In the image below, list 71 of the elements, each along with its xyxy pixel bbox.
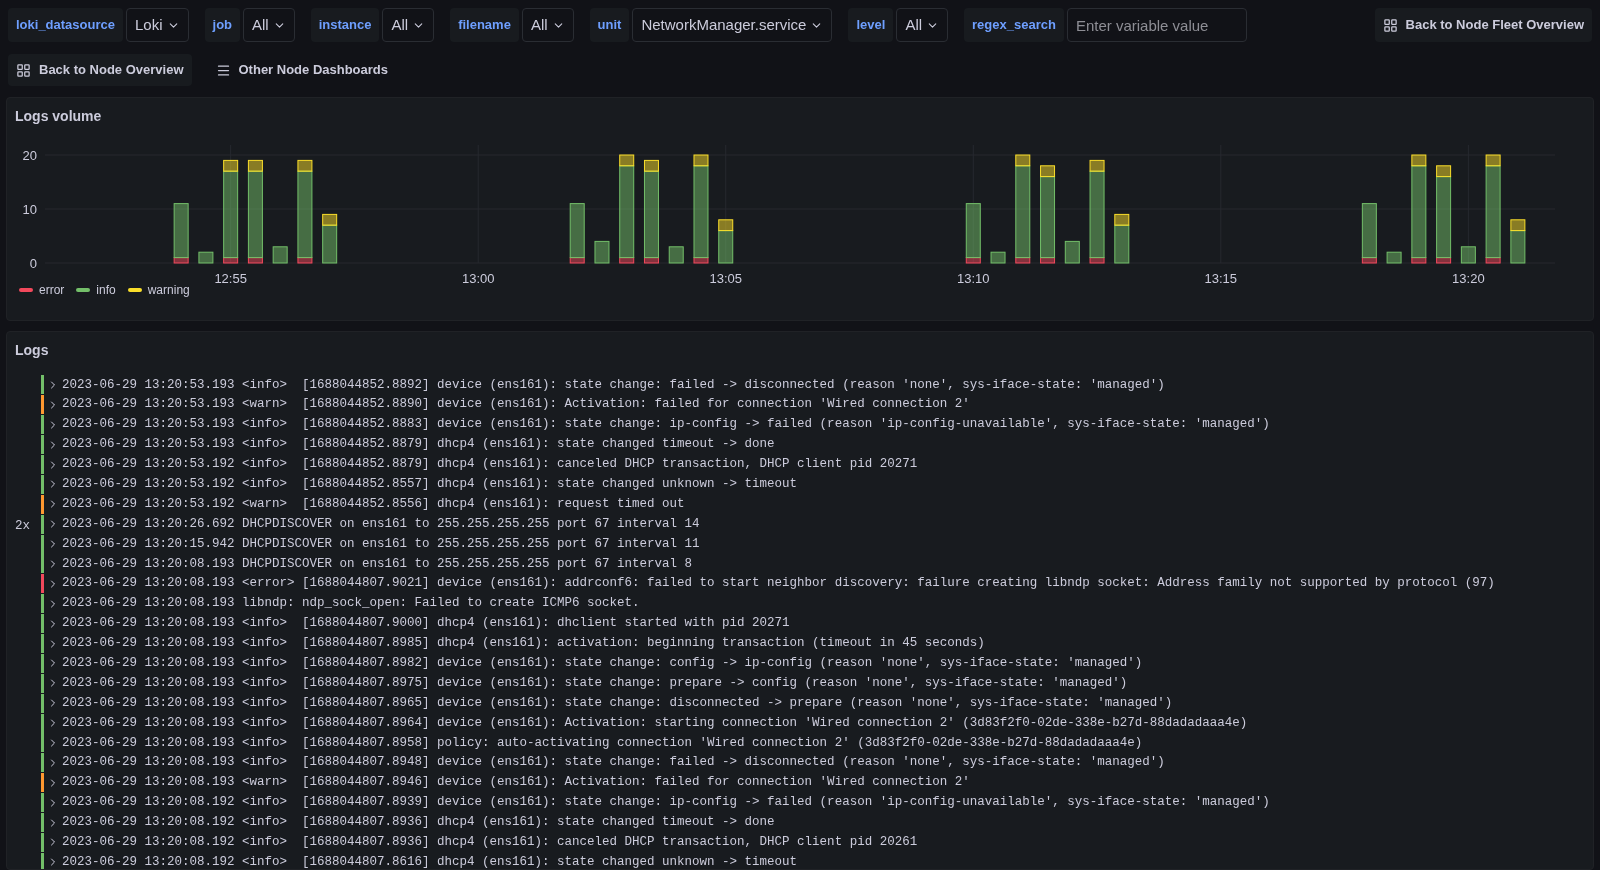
legend-label: info	[96, 282, 116, 299]
x-axis-label: 13:05	[709, 271, 742, 286]
legend-label: warning	[147, 282, 190, 299]
log-line: 2023-06-29 13:20:08.193 DHCPDISCOVER on ens161 to 255.255.255.255 port 67 interval 8	[62, 555, 693, 573]
log-line: 2023-06-29 13:20:08.193 libndp: ndp_sock_open: Failed to create ICMP6 socket.	[62, 595, 640, 613]
log-line: 2023-06-29 13:20:08.193 <info> [1688044807.8975] device (ens161): state change: prepare -> config (reason 'none', sys-iface-state: 'managed')	[62, 674, 1128, 692]
y-axis-label: 10	[22, 202, 37, 217]
log-line: 2023-06-29 13:20:53.193 <info> [1688044852.8883] device (ens161): state change: ip-config -> failed (reason 'ip-config-unavailable', sys-iface-state: 'managed')	[62, 416, 1270, 434]
bar-segment	[990, 251, 1006, 264]
log-line: 2023-06-29 13:20:08.192 <info> [1688044807.8936] dhcp4 (ens161): canceled DHCP transaction, DHCP client pid 20261	[62, 834, 918, 852]
x-axis-label: 13:20	[1452, 271, 1485, 286]
variable-select[interactable]: All	[896, 8, 949, 42]
log-line: 2023-06-29 13:20:08.193 <info> [1688044807.8985] dhcp4 (ens161): activation: beginning transaction (timeout in 45 seconds)	[62, 635, 985, 653]
log-line: 2023-06-29 13:20:08.193 <info> [1688044807.8948] device (ens161): state change: failed -> disconnected (reason 'none', sys-iface-state: 'managed')	[62, 754, 1165, 772]
log-line: 2023-06-29 13:20:15.942 DHCPDISCOVER on ens161 to 255.255.255.255 port 67 interval 11	[62, 535, 700, 553]
legend-swatch	[76, 288, 91, 292]
node-overview-button[interactable]: Back to Node Overview	[8, 54, 192, 86]
variable-label: filename	[450, 8, 519, 42]
variable-select[interactable]: Loki	[126, 8, 189, 42]
dashboards-menu-button[interactable]: Other Node Dashboards	[207, 54, 397, 86]
log-line: 2023-06-29 13:20:53.193 <info> [1688044852.8879] dhcp4 (ens161): state changed timeout -> done	[62, 436, 775, 454]
y-axis-label: 0	[29, 256, 37, 271]
log-line: 2023-06-29 13:20:53.193 <warn> [1688044852.8890] device (ens161): Activation: failed for connection 'Wired connection 2'	[62, 396, 970, 414]
log-line: 2023-06-29 13:20:08.193 <info> [1688044807.8965] device (ens161): state change: disconnected -> prepare (reason 'none', sys-iface-state: 'managed')	[62, 694, 1173, 712]
panel-title: Logs volume	[14, 107, 103, 126]
log-line: 2023-06-29 13:20:08.192 <info> [1688044807.8939] device (ens161): state change: ip-config -> failed (reason 'ip-config-unavailable', sys-iface-state: 'managed')	[62, 794, 1270, 812]
y-axis-label: 20	[22, 148, 37, 163]
bar-segment	[1386, 251, 1402, 264]
legend-label: error	[39, 282, 65, 299]
variable-label: loki_datasource	[8, 8, 123, 42]
x-axis-label: 13:15	[1204, 271, 1238, 286]
log-line: 2023-06-29 13:20:53.192 <info> [1688044852.8879] dhcp4 (ens161): canceled DHCP transaction, DHCP client pid 20271	[62, 456, 918, 474]
log-line: 2023-06-29 13:20:26.692 DHCPDISCOVER on ens161 to 255.255.255.255 port 67 interval 14	[62, 515, 700, 533]
log-line: 2023-06-29 13:20:08.193 <info> [1688044807.8982] device (ens161): state change: config -> ip-config (reason 'none', sys-iface-state: 'managed')	[62, 655, 1143, 673]
legend-swatch	[19, 288, 33, 292]
log-line: 2023-06-29 13:20:08.193 <info> [1688044807.8958] policy: auto-activating connection 'Wired connection 2' (3d83f2f0-02de-338e-b27d-88dadadaaa4e)	[62, 734, 1143, 752]
variable-select[interactable]: NetworkManager.service	[632, 8, 833, 42]
variable-select[interactable]: All	[521, 8, 574, 42]
log-line: 2023-06-29 13:20:08.192 <info> [1688044807.8936] dhcp4 (ens161): state changed timeout -> done	[62, 814, 775, 832]
log-line: 2023-06-29 13:20:53.193 <info> [1688044852.8892] device (ens161): state change: failed -> disconnected (reason 'none', sys-iface-state: 'managed')	[62, 376, 1165, 394]
bar-segment	[668, 246, 684, 264]
variable-input[interactable]: Enter variable value	[1066, 8, 1247, 42]
variable-label: level	[848, 8, 894, 42]
log-line: 2023-06-29 13:20:53.192 <warn> [1688044852.8556] dhcp4 (ens161): request timed out	[62, 495, 685, 513]
grid-icon	[1382, 17, 1398, 33]
variable-label: job	[204, 8, 241, 42]
log-line: 2023-06-29 13:20:08.192 <info> [1688044807.8616] dhcp4 (ens161): state changed unknown -> timeout	[62, 853, 798, 869]
x-axis-label: 12:55	[214, 271, 247, 286]
bar-segment	[272, 246, 288, 264]
repeat-count: 2x	[15, 519, 30, 534]
log-line: 2023-06-29 13:20:08.193 <info> [1688044807.8964] device (ens161): Activation: starting connection 'Wired connection 2' (3d83f2f0-02de-338e-b27d-88dadadaaa4e)	[62, 714, 1248, 732]
variable-select[interactable]: All	[243, 8, 295, 42]
bar-segment	[1460, 246, 1476, 264]
log-line: 2023-06-29 13:20:08.193 <info> [1688044807.9000] dhcp4 (ens161): dhclient started with pid 20271	[62, 615, 790, 633]
x-axis-label: 13:00	[461, 271, 495, 286]
grid-icon	[16, 62, 31, 78]
variable-label: unit	[589, 8, 630, 42]
variable-label: regex_search	[964, 8, 1064, 42]
log-line: 2023-06-29 13:20:08.193 <error> [1688044807.9021] device (ens161): addrconf6: failed to start neighbor discovery: failure creating libndp socket: Address family not supported by protocol (97)	[62, 575, 1495, 593]
legend-swatch	[127, 288, 142, 292]
bar-segment	[594, 240, 610, 264]
bar-segment	[198, 251, 214, 264]
variable-select[interactable]: All	[382, 8, 435, 42]
x-axis-label: 13:10	[957, 271, 990, 286]
fleet-overview-button[interactable]: Back to Node Fleet Overview	[1374, 8, 1592, 42]
menu-icon	[215, 62, 231, 78]
panel-title: Logs	[14, 341, 50, 360]
bar-segment	[1064, 240, 1080, 264]
log-line: 2023-06-29 13:20:08.193 <warn> [1688044807.8946] device (ens161): Activation: failed for connection 'Wired connection 2'	[62, 774, 970, 792]
log-line: 2023-06-29 13:20:53.192 <info> [1688044852.8557] dhcp4 (ens161): state changed unknown -> timeout	[62, 476, 798, 493]
variable-label: instance	[310, 8, 380, 42]
